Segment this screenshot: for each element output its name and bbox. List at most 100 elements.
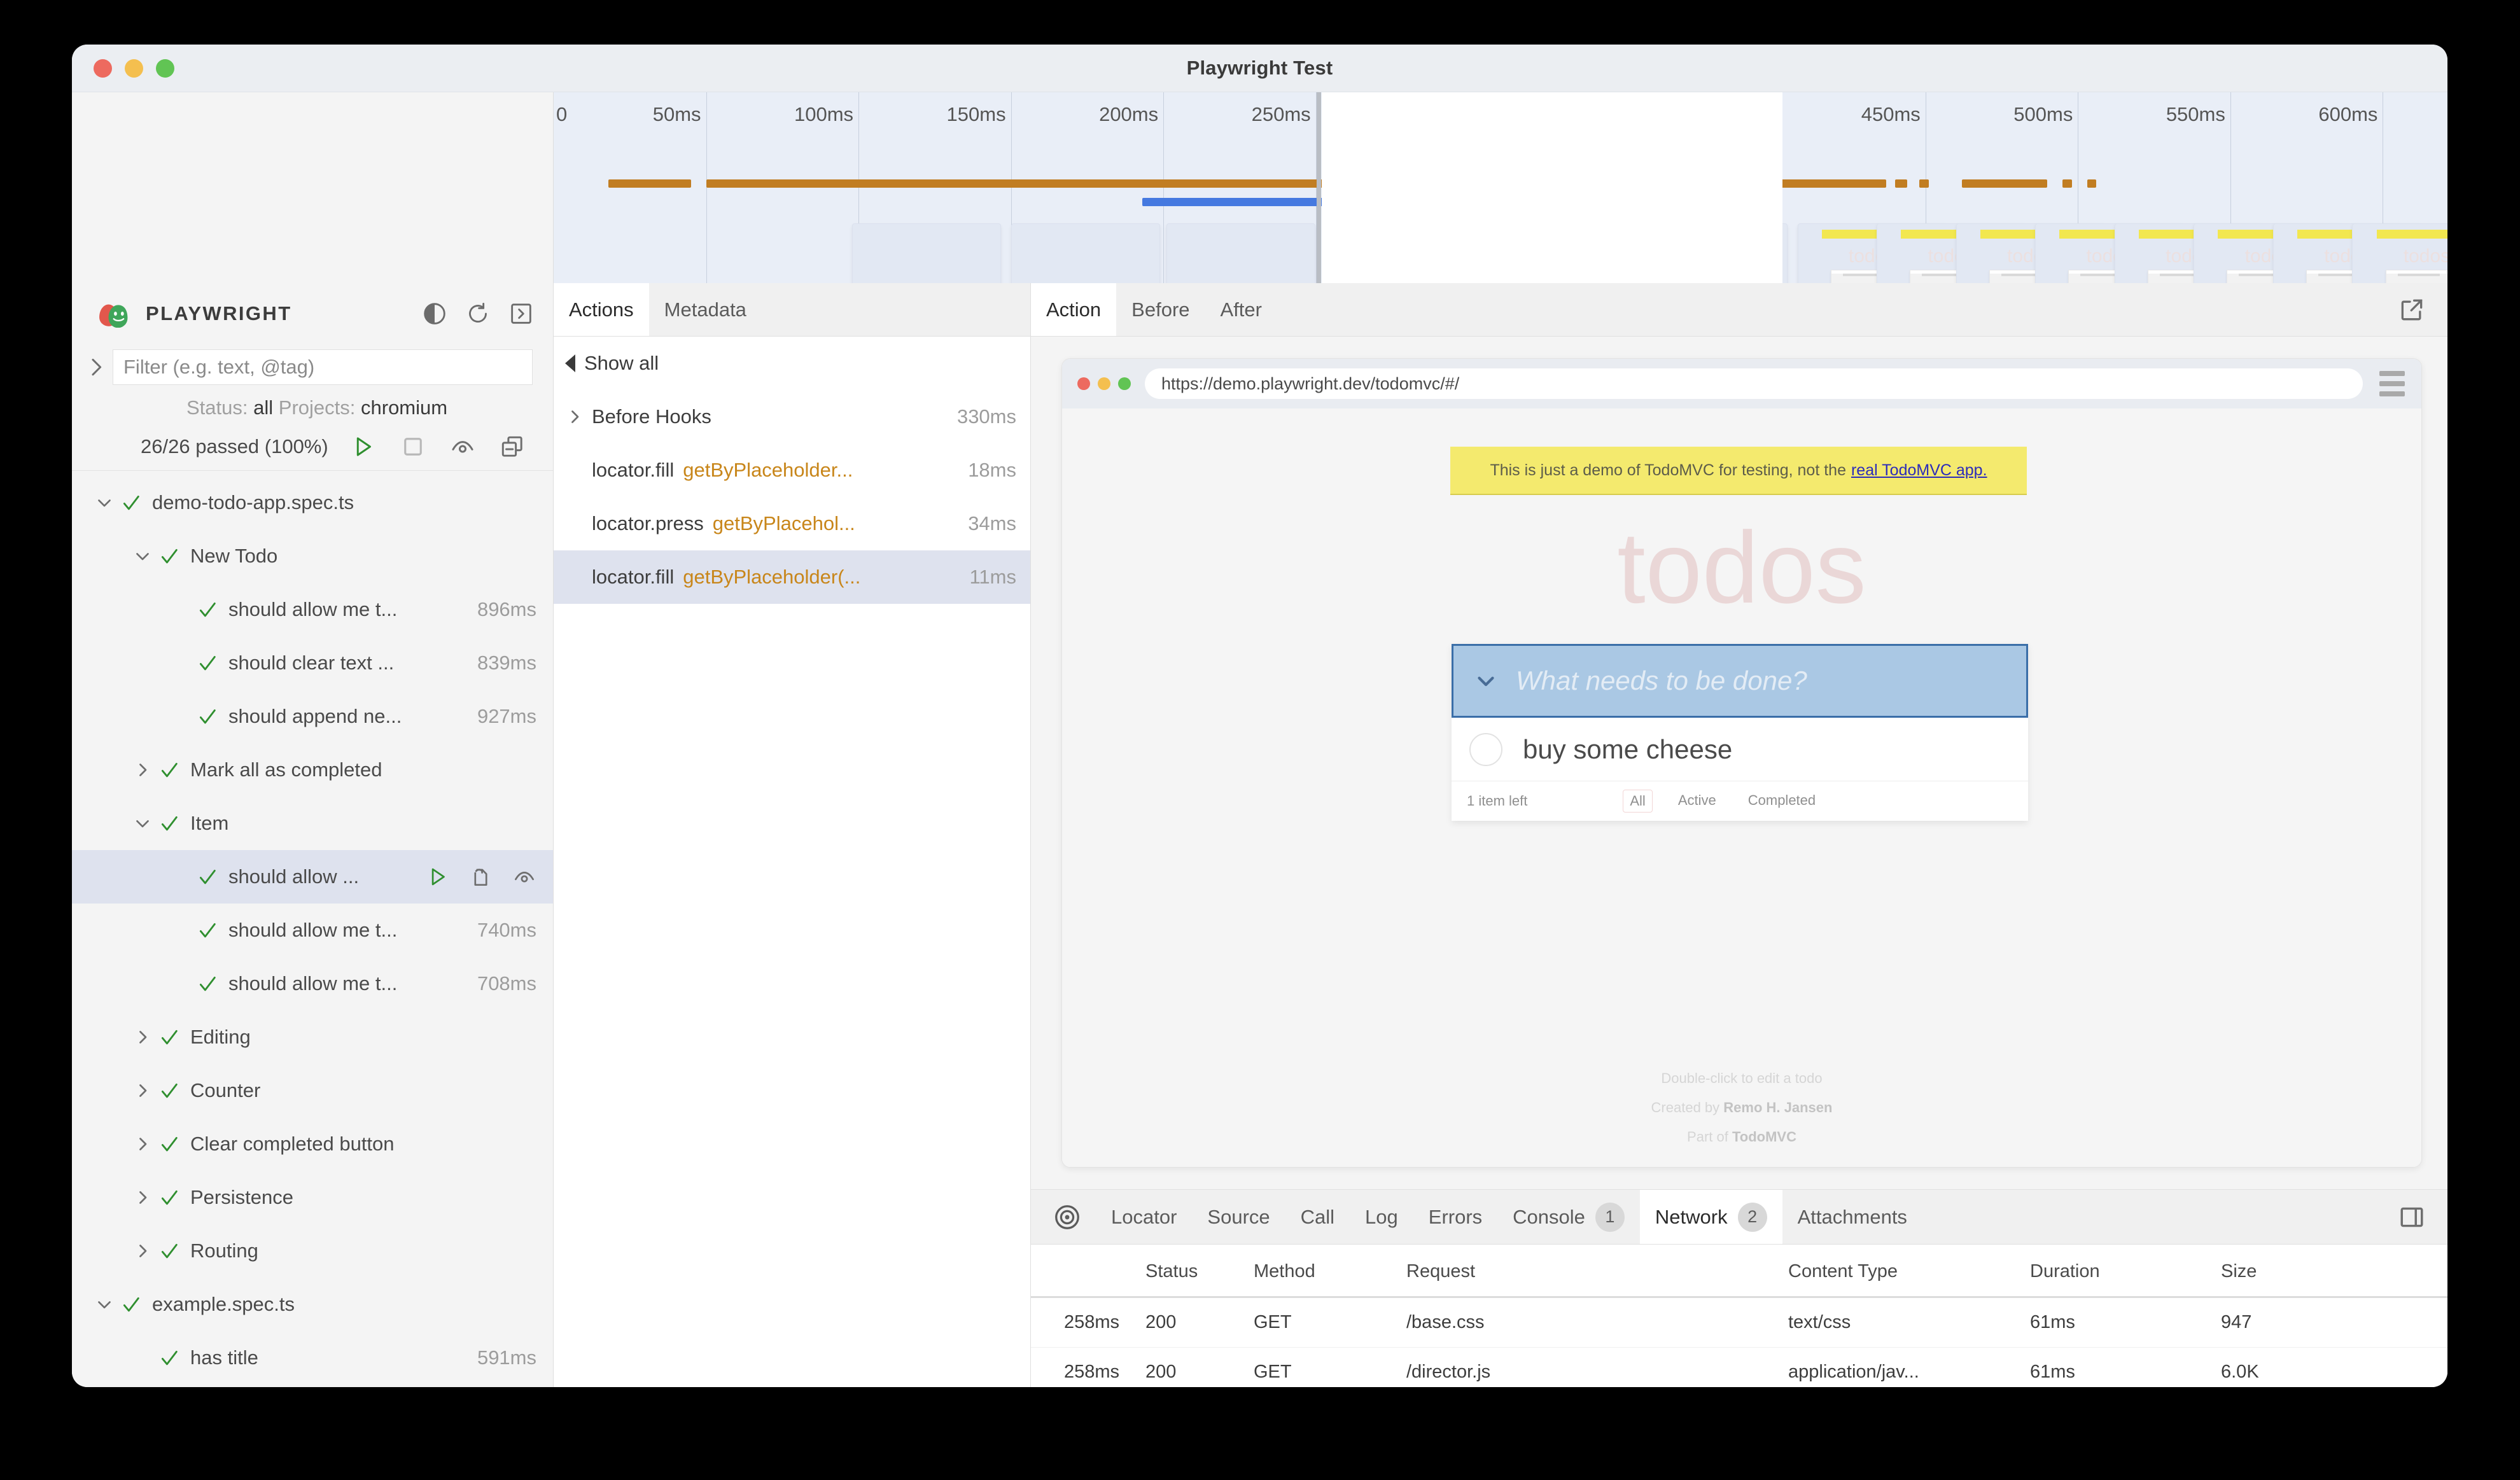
test-tree-row[interactable]: Mark all as completed	[72, 743, 553, 797]
chevron-right-icon[interactable]	[564, 406, 585, 428]
show-source-icon[interactable]	[469, 865, 493, 889]
todo-filters[interactable]: All Active Completed	[1623, 790, 1822, 813]
test-row-actions[interactable]	[426, 865, 536, 889]
actions-tabstrip[interactable]: ActionsMetadata	[554, 283, 1030, 337]
chevron-down-icon[interactable]	[132, 545, 153, 567]
timeline-screenshot[interactable]	[852, 223, 1001, 283]
toggle-split-view-button[interactable]	[2376, 1190, 2447, 1244]
network-row[interactable]: 258ms200GET/director.jsapplication/jav..…	[1031, 1348, 2447, 1388]
action-row-selected[interactable]: locator.fillgetByPlaceholder(...11ms	[554, 550, 1030, 604]
chevron-down-icon[interactable]	[94, 1294, 115, 1315]
snapshot-tabstrip[interactable]: ActionBeforeAfter	[1031, 283, 2447, 337]
bottom-tab-log[interactable]: Log	[1350, 1190, 1413, 1244]
page-snapshot[interactable]: This is just a demo of TodoMVC for testi…	[1062, 408, 2421, 1167]
test-tree-row[interactable]: Counter	[72, 1064, 553, 1117]
action-row[interactable]: Before Hooks330ms	[554, 390, 1030, 443]
chevron-down-icon[interactable]	[1473, 667, 1499, 694]
contrast-icon[interactable]	[422, 301, 447, 326]
chevron-right-icon[interactable]	[132, 1240, 153, 1262]
todo-checkbox[interactable]	[1469, 733, 1502, 766]
chevron-right-icon[interactable]	[83, 354, 109, 380]
test-tree-row-selected[interactable]: should allow ...	[72, 850, 553, 904]
network-col-status[interactable]: Status	[1145, 1245, 1254, 1297]
network-table-body[interactable]: 258ms200GET/base.csstext/css61ms947258ms…	[1031, 1297, 2447, 1388]
test-tree[interactable]: demo-todo-app.spec.tsNew Todoshould allo…	[72, 471, 553, 1387]
bottom-tab-attachments[interactable]: Attachments	[1782, 1190, 1922, 1244]
action-row[interactable]: locator.fillgetByPlaceholder...18ms	[554, 443, 1030, 497]
test-tree-row[interactable]: should clear text ...839ms	[72, 636, 553, 690]
chevron-right-icon[interactable]	[132, 1187, 153, 1208]
snapshot-tab-after[interactable]: After	[1205, 283, 1277, 336]
bottom-tab-locator[interactable]: Locator	[1096, 1190, 1192, 1244]
projects-value[interactable]: chromium	[361, 396, 447, 419]
bottom-tab-errors[interactable]: Errors	[1413, 1190, 1497, 1244]
trace-timeline[interactable]: 050ms100ms150ms200ms250ms300ms350ms400ms…	[554, 92, 2447, 283]
filter-input[interactable]	[113, 349, 533, 385]
test-tree-row[interactable]: Persistence	[72, 1171, 553, 1224]
chevron-down-icon[interactable]	[132, 813, 153, 834]
bottom-tabstrip[interactable]: LocatorSourceCallLogErrorsConsole1Networ…	[1031, 1190, 2447, 1245]
chevron-right-icon[interactable]	[132, 1080, 153, 1101]
test-tree-row[interactable]: Editing	[72, 1010, 553, 1064]
tab-actions[interactable]: Actions	[554, 283, 649, 336]
todo-item[interactable]: buy some cheese	[1452, 718, 2028, 781]
collapse-all-icon[interactable]	[499, 433, 526, 460]
pick-locator-button[interactable]	[1031, 1190, 1096, 1244]
snapshot-tab-action[interactable]: Action	[1031, 283, 1116, 336]
stop-icon[interactable]	[400, 433, 426, 460]
tab-metadata[interactable]: Metadata	[649, 283, 762, 336]
hamburger-icon[interactable]	[2379, 371, 2405, 396]
timeline-screenshot[interactable]	[1166, 223, 1315, 283]
bottom-tab-call[interactable]: Call	[1285, 1190, 1350, 1244]
network-col-time[interactable]	[1031, 1245, 1145, 1297]
chevron-down-icon[interactable]	[94, 492, 115, 513]
eye-icon[interactable]	[449, 433, 476, 460]
real-todomvc-link[interactable]: real TodoMVC app.	[1851, 461, 1987, 480]
run-icon[interactable]	[426, 865, 450, 889]
action-row[interactable]: locator.pressgetByPlacehol...34ms	[554, 497, 1030, 550]
test-tree-row[interactable]: get started link1.0s	[72, 1385, 553, 1387]
snapshot-tab-before[interactable]: Before	[1116, 283, 1205, 336]
show-all-button[interactable]: Show all	[554, 337, 1030, 390]
test-tree-row[interactable]: has title591ms	[72, 1331, 553, 1385]
timeline-screenshot[interactable]: todos	[2352, 223, 2447, 283]
chevron-right-icon[interactable]	[132, 1133, 153, 1155]
status-value[interactable]: all	[253, 396, 273, 419]
open-snapshot-in-new-tab-button[interactable]	[2376, 283, 2447, 336]
actions-list[interactable]: Before Hooks330mslocator.fillgetByPlaceh…	[554, 390, 1030, 604]
todo-filter-all[interactable]: All	[1623, 790, 1652, 813]
network-col-content-type[interactable]: Content Type	[1788, 1245, 2030, 1297]
bottom-tab-console[interactable]: Console1	[1497, 1190, 1640, 1244]
test-tree-row[interactable]: demo-todo-app.spec.ts	[72, 476, 553, 529]
network-col-route[interactable]: Route	[2386, 1245, 2447, 1297]
test-tree-row[interactable]: should allow me t...740ms	[72, 904, 553, 957]
todo-filter-completed[interactable]: Completed	[1742, 790, 1822, 813]
run-icon[interactable]	[350, 433, 377, 460]
test-tree-row[interactable]: Clear completed button	[72, 1117, 553, 1171]
browser-url-bar[interactable]: https://demo.playwright.dev/todomvc/#/	[1145, 368, 2363, 399]
network-col-request[interactable]: Request	[1406, 1245, 1788, 1297]
network-col-duration[interactable]: Duration	[2030, 1245, 2221, 1297]
chevron-right-icon[interactable]	[132, 1026, 153, 1048]
test-tree-row[interactable]: should allow me t...896ms	[72, 583, 553, 636]
network-col-size[interactable]: Size	[2221, 1245, 2386, 1297]
bottom-tab-network[interactable]: Network2	[1640, 1190, 1782, 1244]
test-tree-row[interactable]: New Todo	[72, 529, 553, 583]
eye-icon[interactable]	[512, 865, 536, 889]
network-col-method[interactable]: Method	[1254, 1245, 1406, 1297]
bottom-tab-source[interactable]: Source	[1192, 1190, 1285, 1244]
new-todo-input[interactable]: What needs to be done?	[1452, 644, 2028, 718]
timeline-playhead[interactable]	[1317, 92, 1321, 283]
toggle-sidebar-icon[interactable]	[508, 301, 534, 326]
todo-filter-active[interactable]: Active	[1672, 790, 1723, 813]
timeline-screenshot[interactable]	[1011, 223, 1160, 283]
test-tree-row[interactable]: should append ne...927ms	[72, 690, 553, 743]
chevron-right-icon[interactable]	[132, 759, 153, 781]
test-tree-row[interactable]: example.spec.ts	[72, 1278, 553, 1331]
test-tree-row[interactable]: Routing	[72, 1224, 553, 1278]
reload-icon[interactable]	[465, 301, 491, 326]
test-tree-row[interactable]: should allow me t...708ms	[72, 957, 553, 1010]
network-row[interactable]: 258ms200GET/base.csstext/css61ms947	[1031, 1297, 2447, 1348]
todo-list[interactable]: buy some cheese	[1452, 718, 2028, 781]
test-tree-row[interactable]: Item	[72, 797, 553, 850]
